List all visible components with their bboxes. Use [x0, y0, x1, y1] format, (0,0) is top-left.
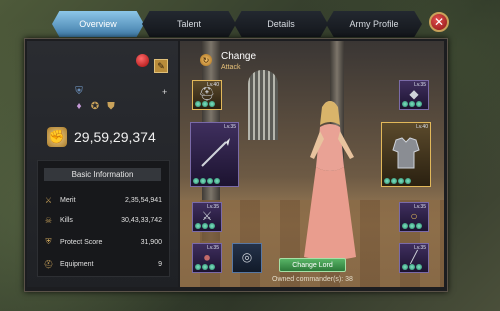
tab-army-profile[interactable]: Army Profile — [326, 11, 422, 37]
spear-icon — [200, 138, 230, 167]
edit-name-button[interactable]: ✎ — [154, 59, 168, 73]
info-value: 2,35,54,941 — [125, 196, 162, 204]
info-row-kills: ☠ Kills 30,43,33,742 — [44, 213, 162, 227]
shield-badge-icon[interactable]: ⛨ — [73, 85, 85, 97]
tab-overview[interactable]: Overview — [52, 11, 144, 37]
badge-group: ⛨ ♦ ✪ ⛊ — [73, 85, 133, 115]
equip-level: Lv.35 — [224, 124, 236, 130]
info-label: Kills — [60, 216, 73, 224]
info-label: Protect Score — [60, 238, 103, 246]
honor-badge-icon[interactable]: ✪ — [89, 100, 101, 112]
equip-slot-ring[interactable]: Lv.35 ○ — [399, 202, 429, 232]
change-commander-icon[interactable]: ↻ — [200, 54, 212, 66]
close-icon[interactable]: ✕ — [429, 12, 449, 32]
pencil-icon: ✎ — [157, 60, 165, 71]
red-gem-icon[interactable] — [136, 54, 149, 67]
equip-level: Lv.40 — [416, 124, 428, 130]
info-label: Equipment — [60, 260, 94, 268]
accessory-slot[interactable]: ◎ — [232, 243, 262, 273]
info-value: 30,43,33,742 — [121, 216, 162, 224]
helmet-icon: ⛑ — [43, 259, 54, 269]
power-row: ✊ 29,59,29,374 — [47, 127, 156, 147]
equip-slot-helmet[interactable]: Lv.40 ⛑ — [192, 80, 222, 110]
info-row-equipment: ⛑ Equipment 9 — [43, 257, 162, 271]
alliance-badge-icon[interactable]: ⛊ — [105, 100, 117, 112]
fist-icon: ✊ — [47, 127, 67, 147]
ring-icon: ○ — [410, 209, 418, 224]
rank-badge-icon[interactable]: ♦ — [73, 100, 85, 112]
bracelet-icon: ◎ — [241, 250, 253, 265]
change-title[interactable]: Change — [221, 51, 256, 62]
equip-slot-orb[interactable]: Lv.35 ● — [192, 243, 222, 273]
armor-icon — [392, 137, 420, 169]
add-badge-icon[interactable]: + — [162, 87, 167, 97]
info-label: Merit — [60, 196, 76, 204]
arched-window — [248, 70, 278, 140]
equip-slot-armor[interactable]: Lv.40 — [381, 122, 431, 187]
equip-slot-bracer[interactable]: Lv.35 ╱ — [399, 243, 429, 273]
tab-details[interactable]: Details — [234, 11, 328, 37]
info-row-merit: ⚔ Merit 2,35,54,941 — [44, 193, 162, 207]
basic-info-title: Basic Information — [44, 168, 161, 181]
info-value: 31,900 — [140, 238, 162, 246]
orb-icon: ● — [203, 249, 211, 265]
skull-icon: ☠ — [44, 215, 53, 225]
info-row-protect-score: ⛨ Protect Score 31,900 — [44, 235, 163, 249]
equip-slot-shoulder[interactable]: Lv.35 ◆ — [399, 80, 429, 110]
tab-bar: Overview Talent Details Army Profile — [52, 11, 422, 37]
bracer-icon: ╱ — [410, 250, 418, 265]
change-lord-button[interactable]: Change Lord — [279, 258, 346, 272]
equip-slot-boots[interactable]: Lv.35 ⚔ — [192, 202, 222, 232]
boots-icon: ⚔ — [201, 209, 213, 224]
sword-icon: ⚔ — [44, 195, 53, 205]
commander-portrait[interactable] — [300, 97, 360, 259]
shield-icon: ⛨ — [45, 237, 52, 246]
tab-talent[interactable]: Talent — [142, 11, 236, 37]
owned-commanders-text: Owned commander(s): 38 — [272, 276, 353, 283]
equip-slot-spear[interactable]: Lv.35 — [190, 122, 239, 187]
change-subtitle: Attack — [221, 64, 241, 71]
info-value: 9 — [158, 260, 162, 268]
power-value: 29,59,29,374 — [74, 129, 156, 145]
shoulder-icon: ◆ — [409, 87, 419, 102]
